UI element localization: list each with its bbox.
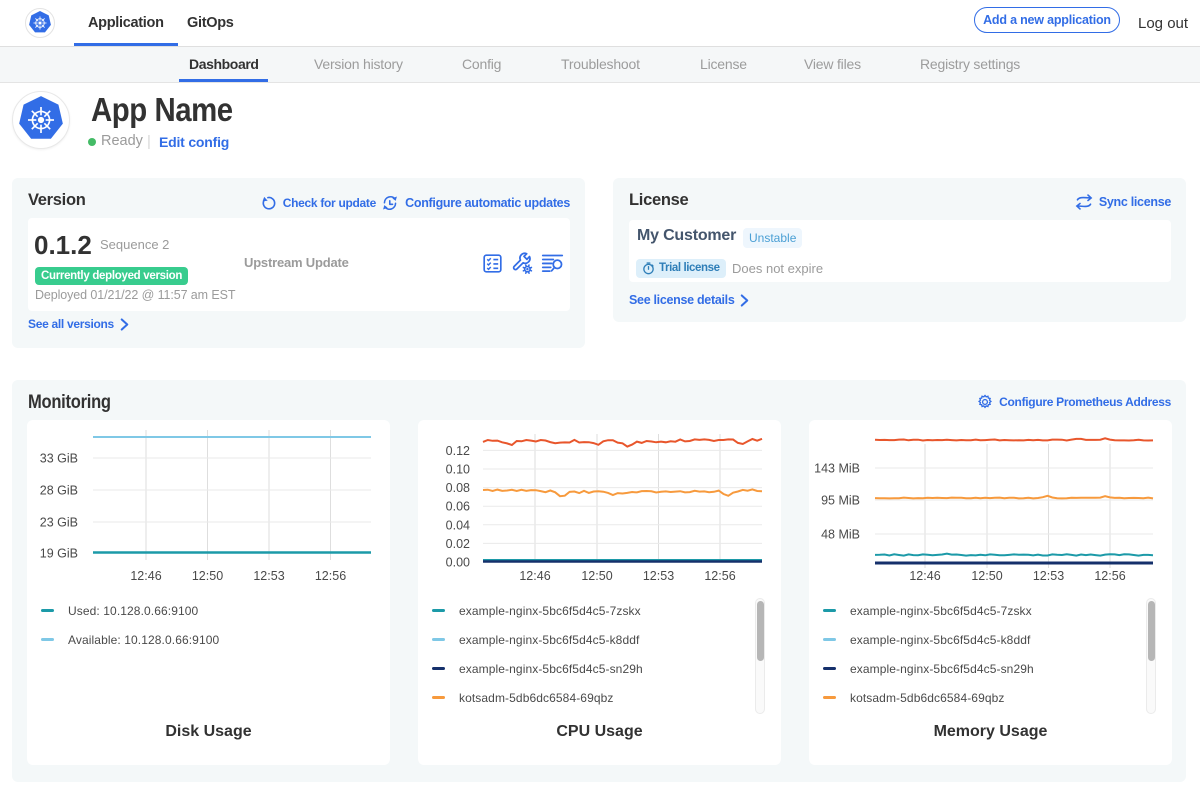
svg-text:12:50: 12:50 [971,569,1002,583]
svg-text:12:46: 12:46 [519,569,550,583]
svg-text:12:46: 12:46 [909,569,940,583]
svg-text:28 GiB: 28 GiB [40,484,78,498]
svg-text:12:56: 12:56 [1094,569,1125,583]
svg-text:12:53: 12:53 [643,569,674,583]
svg-text:12:53: 12:53 [1033,569,1064,583]
svg-text:12:56: 12:56 [704,569,735,583]
svg-text:0.02: 0.02 [446,537,470,551]
svg-text:23 GiB: 23 GiB [40,516,78,530]
svg-text:0.00: 0.00 [446,556,470,570]
svg-text:12:50: 12:50 [192,569,223,583]
svg-text:12:53: 12:53 [253,569,284,583]
svg-text:0.04: 0.04 [446,518,470,532]
svg-text:48 MiB: 48 MiB [821,528,860,542]
svg-text:0.08: 0.08 [446,481,470,495]
svg-text:95 MiB: 95 MiB [821,494,860,508]
svg-text:12:50: 12:50 [581,569,612,583]
svg-text:12:46: 12:46 [130,569,161,583]
svg-text:0.10: 0.10 [446,463,470,477]
svg-text:19 GiB: 19 GiB [40,547,78,561]
svg-text:12:56: 12:56 [315,569,346,583]
svg-text:33 GiB: 33 GiB [40,452,78,466]
svg-text:0.06: 0.06 [446,500,470,514]
svg-text:0.12: 0.12 [446,444,470,458]
svg-text:143 MiB: 143 MiB [814,462,860,476]
